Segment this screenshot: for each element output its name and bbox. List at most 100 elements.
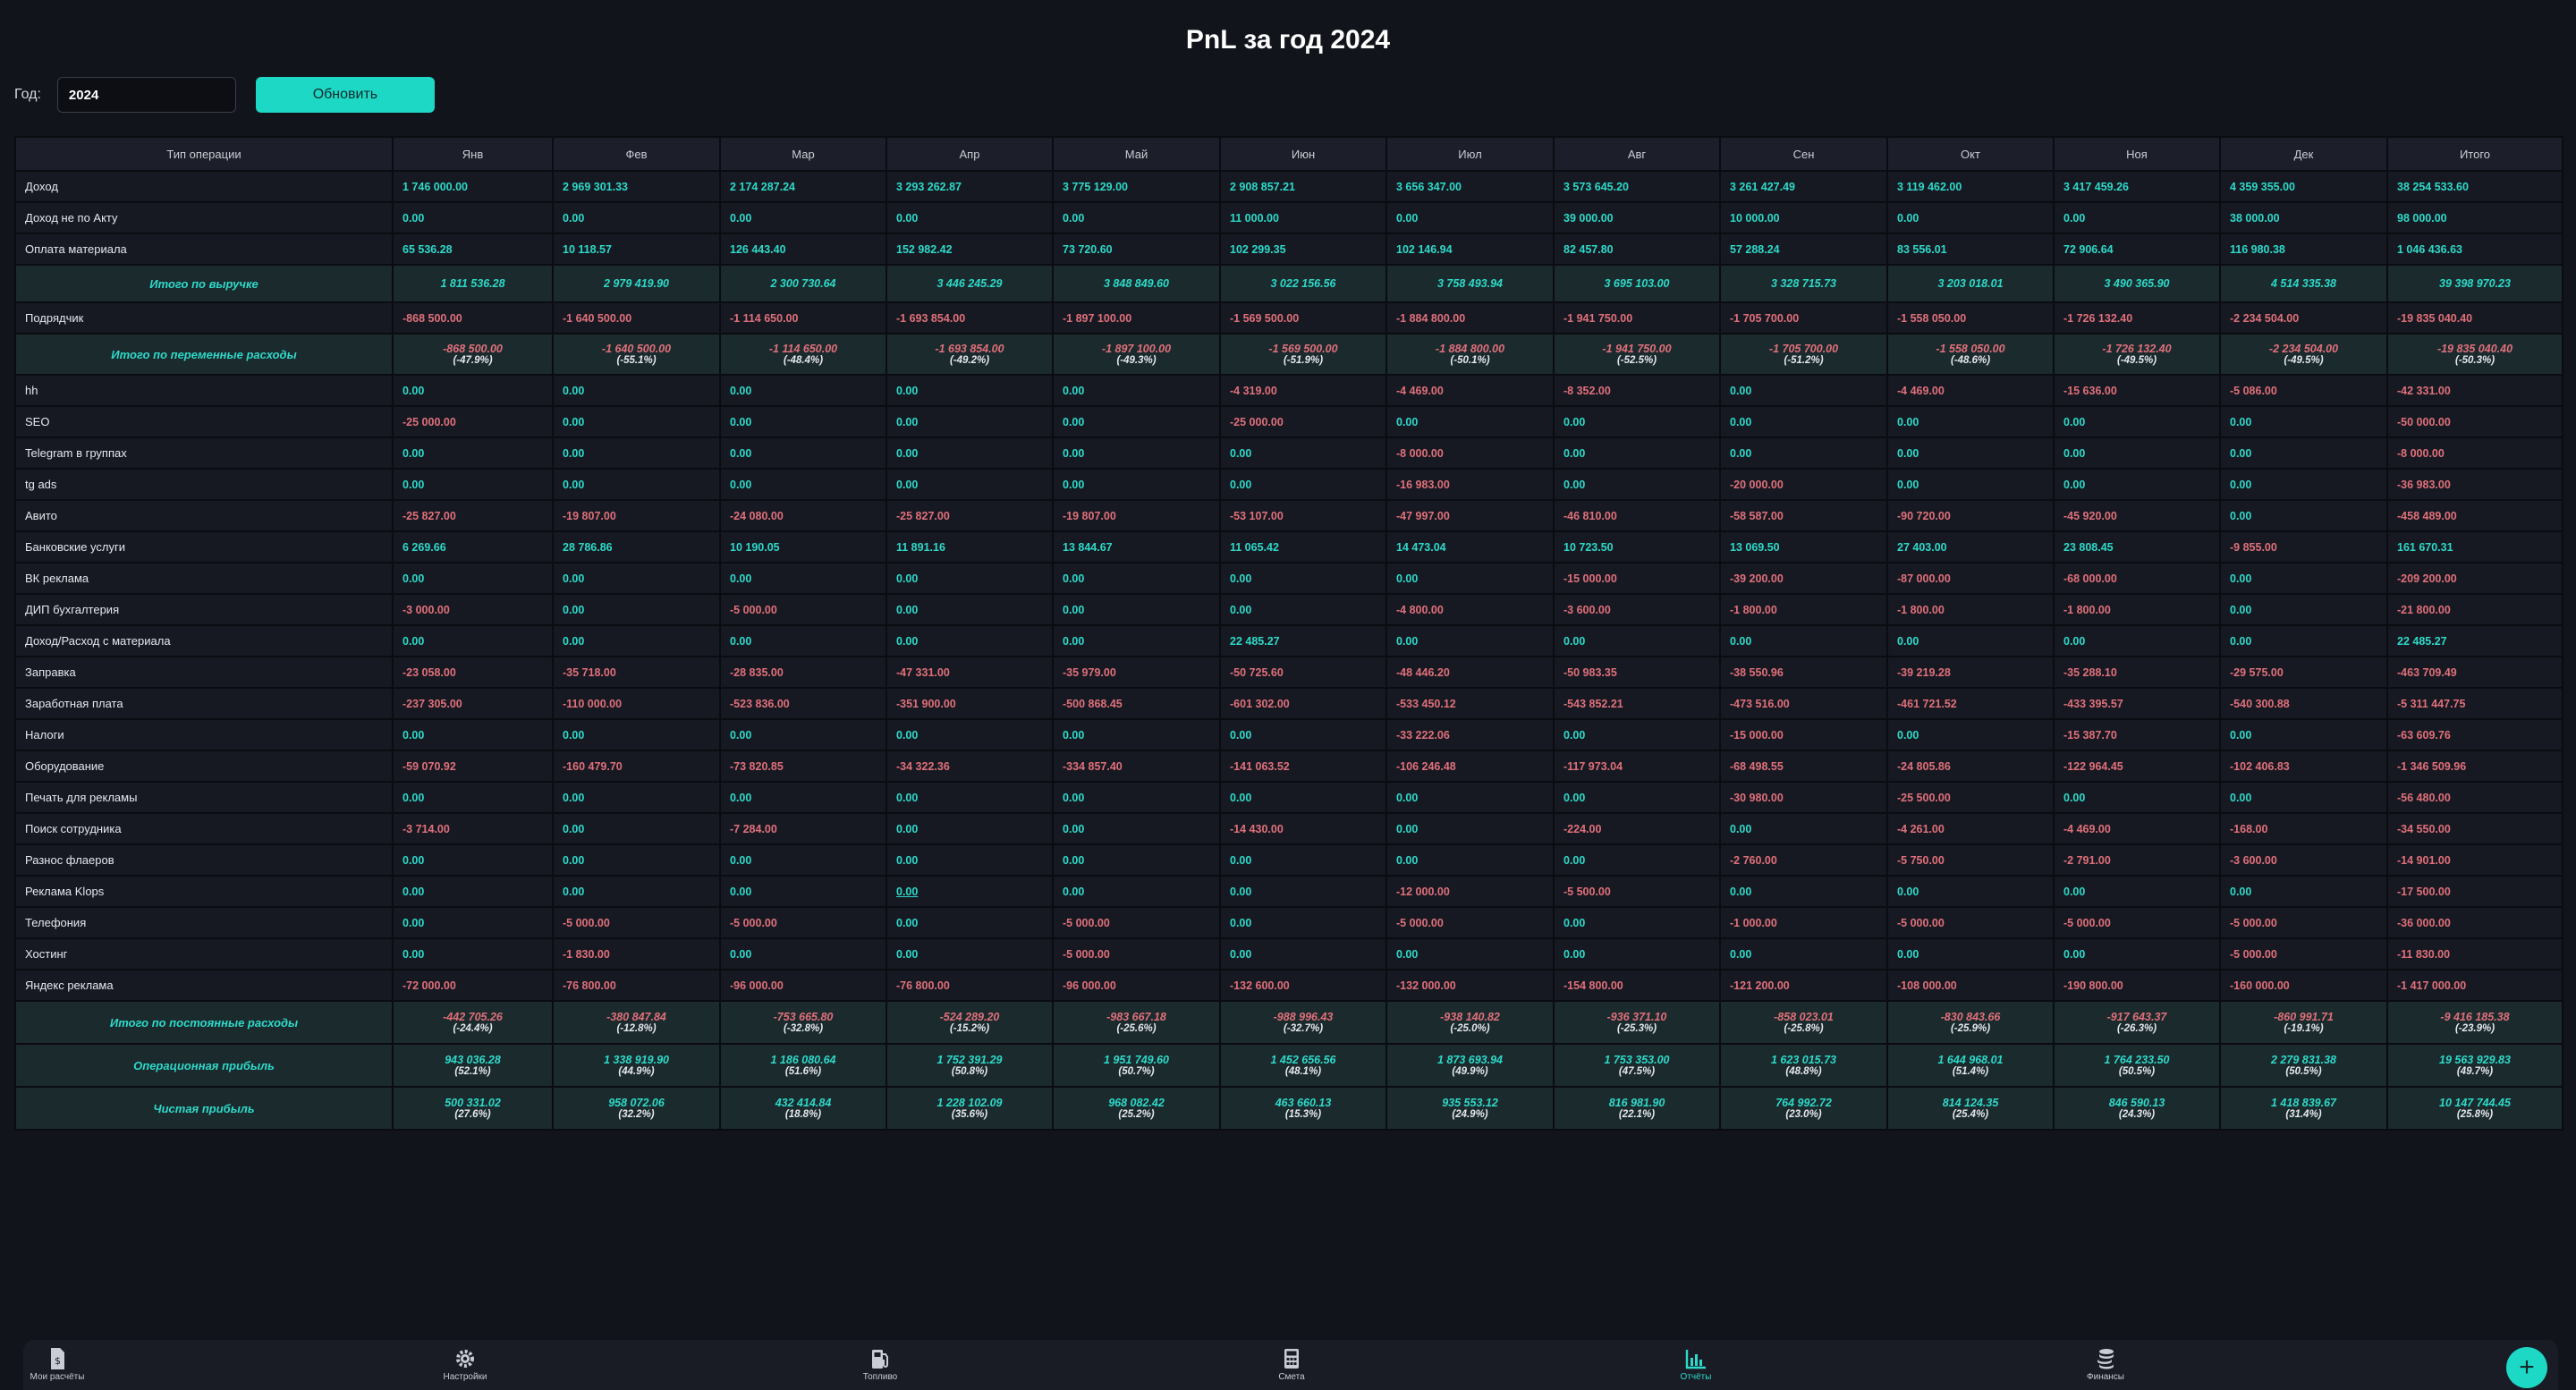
cell-value: 0.00 (896, 572, 919, 585)
table-cell: 0.00 (719, 468, 887, 501)
column-header: Апр (886, 136, 1054, 172)
cell-value: 0.00 (1563, 853, 1586, 867)
cell-value: 38 254 533.60 (2397, 180, 2469, 193)
cell-value: -380 847.84 (606, 1010, 666, 1023)
table-cell: 0.00 (392, 436, 554, 470)
cell-value: 0.00 (1563, 415, 1586, 428)
cell-value: -35 979.00 (1063, 665, 1116, 679)
cell-value: 102 299.35 (1230, 242, 1286, 256)
cell-value: 0.00 (563, 853, 585, 867)
table-cell: -830 843.66 (-25.9%) (1886, 1000, 2055, 1045)
cell-value: 1 951 749.60 (1104, 1053, 1169, 1066)
cell-value: 3 775 129.00 (1063, 180, 1128, 193)
cell-value: 0.00 (563, 603, 585, 616)
table-cell: 943 036.28 (52.1%) (392, 1043, 554, 1088)
cell-value: -72 000.00 (402, 979, 456, 992)
cell-value: 3 328 715.73 (1771, 277, 1836, 290)
table-cell: -141 063.52 (1219, 750, 1387, 783)
cell-value: 3 203 018.01 (1937, 277, 2004, 290)
cell-value: -5 500.00 (1563, 885, 1611, 898)
cell-value: 0.00 (2063, 211, 2086, 225)
table-cell: 0.00 (719, 562, 887, 595)
year-input[interactable] (56, 77, 236, 113)
table-cell: -868 500.00 (392, 301, 554, 335)
cell-value: -50 983.35 (1563, 665, 1617, 679)
table-cell: 0.00 (719, 374, 887, 407)
table-cell: 0.00 (392, 374, 554, 407)
table-cell: 0.00 (552, 562, 721, 595)
table-cell: 152 982.42 (886, 233, 1054, 266)
nav-item[interactable]: Настройки (411, 1347, 519, 1382)
cell-value: 0.00 (896, 603, 919, 616)
svg-text:$: $ (55, 1355, 61, 1367)
cell-value: -5 750.00 (1897, 853, 1945, 867)
table-cell: -5 000.00 (719, 906, 887, 939)
cell-value: 0.00 (1063, 572, 1085, 585)
table-cell: 102 146.94 (1385, 233, 1555, 266)
cell-percent: (-50.3%) (2454, 354, 2496, 366)
cell-value: 28 786.86 (563, 540, 613, 554)
cell-value: 0.00 (730, 211, 752, 225)
table-cell: -24 805.86 (1886, 750, 2055, 783)
cell-value: 0.00 (730, 885, 752, 898)
cell-value: -1 941 750.00 (1602, 342, 1672, 355)
table-cell: -4 319.00 (1219, 374, 1387, 407)
cell-value: 0.00 (2063, 634, 2086, 648)
nav-item[interactable]: Смета (1238, 1347, 1345, 1382)
table-cell: -237 305.00 (392, 687, 554, 720)
nav-item[interactable]: Отчёты (1642, 1347, 1750, 1382)
cell-value: 39 398 970.23 (2439, 277, 2511, 290)
cell-value: -1 569 500.00 (1268, 342, 1338, 355)
table-cell: 0.00 (886, 624, 1054, 657)
table-cell: -30 980.00 (1719, 781, 1888, 814)
table-cell: -1 346 509.96 (2386, 750, 2563, 783)
table-cell: 3 293 262.87 (886, 170, 1054, 203)
cell-value: -5 000.00 (1897, 916, 1945, 929)
cell-value: -1 830.00 (563, 947, 610, 961)
cell-percent: (-12.8%) (616, 1022, 657, 1034)
nav-item[interactable]: Топливо (826, 1347, 934, 1382)
cell-value: 0.00 (402, 853, 425, 867)
cell-value: -753 665.80 (773, 1010, 834, 1023)
table-cell: -21 800.00 (2386, 593, 2563, 626)
table-cell: -5 000.00 (2219, 906, 2388, 939)
cell-value: 0.00 (730, 572, 752, 585)
nav-item[interactable]: Финансы (2052, 1347, 2159, 1382)
cell-value: -121 200.00 (1730, 979, 1790, 992)
cell-value: 3 848 849.60 (1104, 277, 1169, 290)
table-cell: 0.00 (1385, 562, 1555, 595)
table-cell: -17 500.00 (2386, 875, 2563, 908)
nav-item[interactable]: $ Мои расчёты (4, 1347, 111, 1382)
table-cell: -917 643.37 (-26.3%) (2053, 1000, 2221, 1045)
table-cell: -12 000.00 (1385, 875, 1555, 908)
table-cell: 0.00 (1052, 593, 1221, 626)
row-label: Оборудование (14, 750, 394, 783)
refresh-button[interactable]: Обновить (255, 77, 435, 113)
cell-value: 0.00 (1063, 791, 1085, 804)
table-cell: 0.00 (2053, 405, 2221, 438)
table-cell: 1 873 693.94 (49.9%) (1385, 1043, 1555, 1088)
cell-value: -1 558 050.00 (1897, 311, 1967, 325)
table-cell: -753 665.80 (-32.8%) (719, 1000, 887, 1045)
table-row: Авито -25 827.00 -19 807.00 -24 080.00 -25 8… (14, 499, 2563, 532)
table-cell: -5 000.00 (552, 906, 721, 939)
table-cell: -4 469.00 (1385, 374, 1555, 407)
cell-percent: (-49.2%) (949, 354, 990, 366)
table-cell: -14 430.00 (1219, 812, 1387, 845)
cell-value: 0.00 (1730, 634, 1752, 648)
table-cell: 1 338 919.90 (44.9%) (552, 1043, 721, 1088)
table-cell: 116 980.38 (2219, 233, 2388, 266)
add-button[interactable]: + (2506, 1347, 2547, 1388)
table-cell: -3 000.00 (392, 593, 554, 626)
table-cell: -1 897 100.00 (-49.3%) (1052, 333, 1221, 376)
table-cell: 0.00 (886, 593, 1054, 626)
table-cell: 161 670.31 (2386, 530, 2563, 564)
cell-value: -14 430.00 (1230, 822, 1284, 835)
cell-value: 1 873 693.94 (1437, 1053, 1503, 1066)
table-cell: -5 000.00 (1052, 906, 1221, 939)
cell-value: -30 980.00 (1730, 791, 1784, 804)
cell-percent: (50.7%) (1118, 1065, 1155, 1077)
cell-value: 0.00 (2230, 728, 2252, 742)
cell-value: 0.00 (2230, 634, 2252, 648)
table-cell: -5 086.00 (2219, 374, 2388, 407)
